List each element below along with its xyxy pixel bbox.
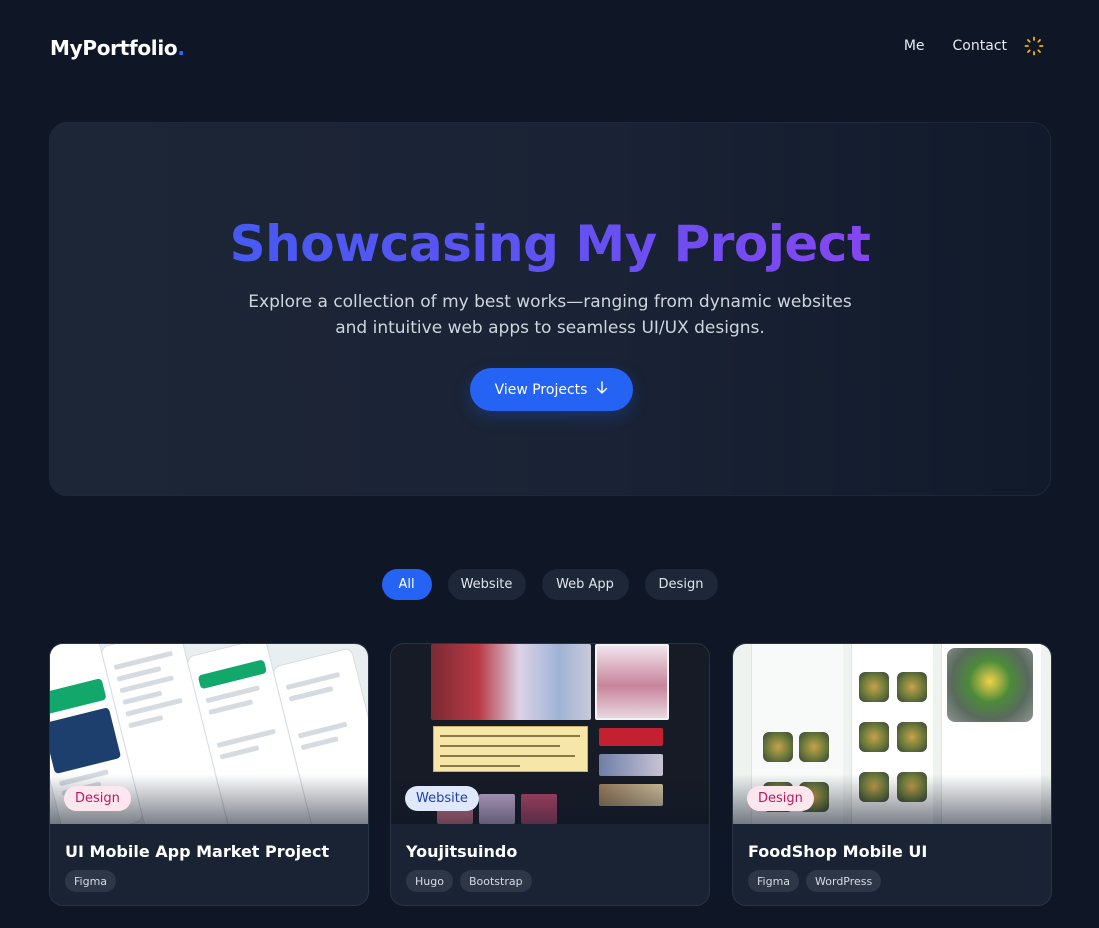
view-projects-label: View Projects xyxy=(494,381,588,398)
tech-tag: WordPress xyxy=(806,870,882,892)
tech-tags: Figma xyxy=(65,870,123,892)
tech-tag: Figma xyxy=(748,870,800,892)
tech-tag: Hugo xyxy=(406,870,453,892)
project-title: Youjitsuindo xyxy=(406,842,518,861)
category-badge: Website xyxy=(405,786,479,811)
filter-all[interactable]: All xyxy=(381,569,432,600)
nav-link-me[interactable]: Me xyxy=(904,38,925,54)
category-badge: Design xyxy=(747,786,814,811)
main-nav: Me Contact xyxy=(876,36,1044,56)
logo-dot: . xyxy=(177,36,185,60)
filter-website[interactable]: Website xyxy=(447,569,526,600)
tech-tag: Bootstrap xyxy=(459,870,532,892)
tech-tags: Hugo Bootstrap xyxy=(406,870,539,892)
project-title: UI Mobile App Market Project xyxy=(65,842,330,861)
tech-tag: Figma xyxy=(65,870,117,892)
hero-subtitle: Explore a collection of my best works—ra… xyxy=(248,292,852,338)
arrow-down-icon xyxy=(596,380,608,399)
filter-web-app[interactable]: Web App xyxy=(541,569,629,600)
view-projects-button[interactable]: View Projects xyxy=(470,368,633,411)
nav-link-contact[interactable]: Contact xyxy=(953,38,1007,54)
tech-tags: Figma WordPress xyxy=(748,870,888,892)
hero-title: Showcasing My Project xyxy=(50,215,1050,273)
filter-design[interactable]: Design xyxy=(644,569,718,600)
project-card[interactable]: Website Youjitsuindo Hugo Bootstrap xyxy=(390,643,710,906)
loader-icon[interactable] xyxy=(1024,36,1044,56)
project-filters: All Website Web App Design xyxy=(0,569,1099,600)
category-badge: Design xyxy=(64,786,131,811)
hero-section: Showcasing My Project Explore a collecti… xyxy=(49,122,1051,496)
project-title: FoodShop Mobile UI xyxy=(748,842,928,861)
logo[interactable]: MyPortfolio. xyxy=(50,36,185,60)
project-card[interactable]: Design UI Mobile App Market Project Figm… xyxy=(49,643,369,906)
site-header: MyPortfolio. Me Contact xyxy=(0,0,1099,95)
project-card[interactable]: Design FoodShop Mobile UI Figma WordPres… xyxy=(732,643,1052,906)
